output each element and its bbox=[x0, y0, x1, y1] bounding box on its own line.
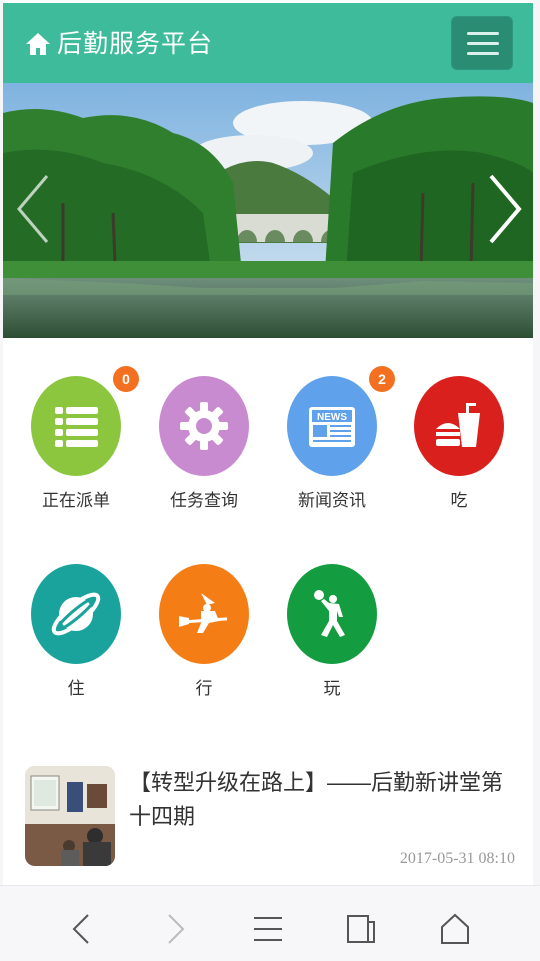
grid-item-news[interactable]: NEWS 新闻资讯 2 bbox=[282, 366, 395, 511]
grid-label: 住 bbox=[67, 679, 85, 698]
tabs-icon[interactable] bbox=[344, 912, 378, 946]
grid-item-task-query[interactable]: 任务查询 bbox=[154, 376, 254, 511]
home-icon[interactable] bbox=[438, 912, 472, 946]
grid-item-stay[interactable]: 住 bbox=[26, 564, 126, 699]
forward-icon[interactable] bbox=[157, 912, 191, 946]
top-header: 后勤服务平台 bbox=[3, 3, 533, 83]
svg-text:NEWS: NEWS bbox=[317, 412, 347, 423]
app-screen: 后勤服务平台 正在派单 0 任务查询 NEWS 新闻资讯 2 吃 住 行 玩 【… bbox=[3, 0, 533, 960]
gear-icon bbox=[159, 376, 249, 476]
grid-label: 新闻资讯 bbox=[298, 491, 366, 510]
basketball-player-icon bbox=[287, 564, 377, 664]
count-badge: 2 bbox=[369, 366, 395, 392]
grid-label: 正在派单 bbox=[42, 491, 110, 510]
grid-item-play[interactable]: 玩 bbox=[282, 564, 382, 699]
grid-label: 玩 bbox=[323, 679, 341, 698]
hamburger-menu-icon bbox=[467, 32, 499, 35]
list-icon bbox=[31, 376, 121, 476]
news-thumbnail bbox=[25, 766, 115, 866]
grid-item-travel[interactable]: 行 bbox=[154, 564, 254, 699]
app-title: 后勤服务平台 bbox=[57, 30, 214, 58]
grid-label: 吃 bbox=[450, 491, 468, 510]
witch-broom-icon bbox=[159, 564, 249, 664]
carousel-next-icon[interactable] bbox=[487, 172, 523, 246]
menu-button[interactable] bbox=[451, 16, 513, 70]
planet-icon bbox=[31, 564, 121, 664]
fast-food-icon bbox=[414, 376, 504, 476]
news-icon: NEWS bbox=[287, 376, 377, 476]
grid-label: 任务查询 bbox=[170, 491, 238, 510]
news-list-item[interactable]: 【转型升级在路上】——后勤新讲堂第十四期 2017-05-31 08:10 bbox=[25, 766, 525, 867]
count-badge: 0 bbox=[113, 366, 139, 392]
grid-item-eat[interactable]: 吃 bbox=[409, 376, 509, 511]
banner-carousel[interactable] bbox=[3, 83, 533, 338]
home-icon[interactable] bbox=[25, 31, 51, 57]
back-icon[interactable] bbox=[66, 912, 100, 946]
grid-label: 行 bbox=[195, 679, 213, 698]
menu-icon[interactable] bbox=[251, 912, 285, 946]
carousel-prev-icon[interactable] bbox=[15, 172, 51, 246]
browser-toolbar bbox=[0, 885, 540, 961]
news-title[interactable]: 【转型升级在路上】——后勤新讲堂第十四期 bbox=[129, 766, 514, 834]
news-date: 2017-05-31 08:10 bbox=[399, 850, 515, 867]
grid-item-dispatching[interactable]: 正在派单 0 bbox=[26, 366, 139, 511]
banner-image bbox=[3, 83, 533, 338]
